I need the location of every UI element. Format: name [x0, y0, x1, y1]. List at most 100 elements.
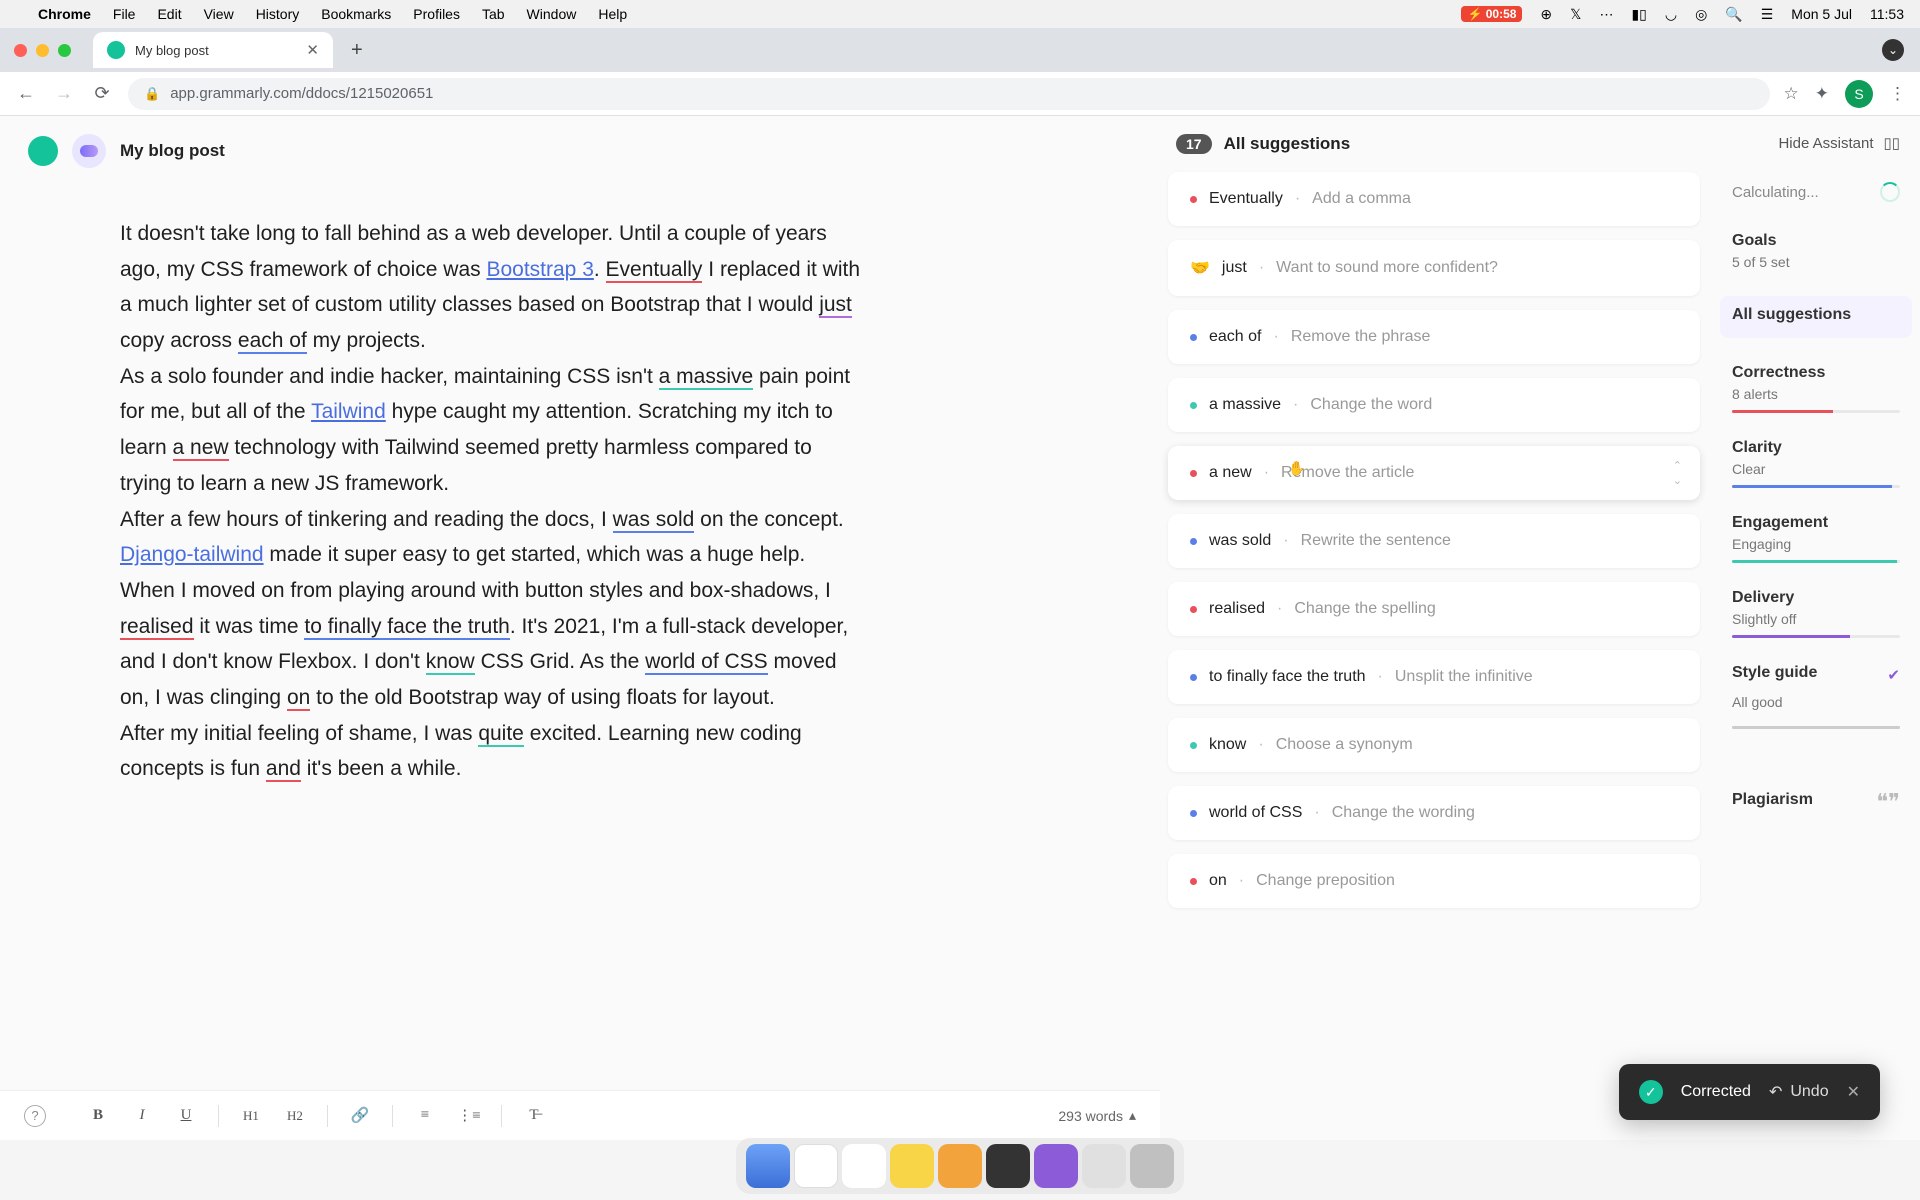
tab-close-button[interactable]: ✕ [306, 41, 319, 59]
dock-finder-icon[interactable] [746, 1144, 790, 1188]
window-close-button[interactable] [14, 44, 27, 57]
sidebar-style-guide[interactable]: Style guide ✔ All good [1732, 664, 1900, 729]
profile-avatar[interactable]: S [1845, 80, 1873, 108]
spotlight-icon[interactable]: 🔍 [1725, 6, 1742, 23]
italic-button[interactable]: I [130, 1107, 154, 1124]
sidebar-clarity[interactable]: Clarity Clear [1732, 439, 1900, 488]
status-icon[interactable]: ◎ [1695, 6, 1707, 23]
underline-correctness[interactable]: Eventually [606, 258, 703, 283]
menubar-time[interactable]: 11:53 [1870, 6, 1904, 22]
address-bar[interactable]: 🔒 app.grammarly.com/ddocs/1215020651 [128, 78, 1770, 110]
underline-correctness[interactable]: and [266, 757, 301, 782]
window-minimize-button[interactable] [36, 44, 49, 57]
sidebar-goals[interactable]: Goals 5 of 5 set [1732, 232, 1900, 270]
status-icon[interactable]: 𝕏 [1570, 6, 1581, 23]
underline-clarity[interactable]: world of CSS [645, 650, 768, 675]
extensions-icon[interactable]: ✦ [1815, 84, 1829, 104]
underline-correctness[interactable]: realised [120, 615, 194, 640]
dock-terminal-icon[interactable] [986, 1144, 1030, 1188]
underline-engagement[interactable]: a massive [659, 365, 754, 390]
menu-profiles[interactable]: Profiles [413, 6, 460, 22]
bookmark-star-icon[interactable]: ☆ [1784, 84, 1799, 104]
nav-back-button[interactable]: ← [14, 83, 38, 104]
document-title[interactable]: My blog post [120, 141, 225, 161]
dock-app-icon[interactable] [1034, 1144, 1078, 1188]
link-button[interactable]: 🔗 [348, 1106, 372, 1125]
menubar-date[interactable]: Mon 5 Jul [1791, 6, 1852, 22]
dock-app-icon[interactable] [1082, 1144, 1126, 1188]
suggestion-card[interactable]: realised·Change the spelling [1168, 582, 1700, 636]
battery-icon[interactable]: ▮▯ [1631, 6, 1646, 23]
editor-link[interactable]: Django-tailwind [120, 543, 264, 566]
underline-clarity[interactable]: to finally face the truth [304, 615, 509, 640]
suggestion-card[interactable]: a massive·Change the word [1168, 378, 1700, 432]
menu-bookmarks[interactable]: Bookmarks [321, 6, 391, 22]
battery-status[interactable]: ⚡ 00:58 [1461, 6, 1522, 22]
nav-reload-button[interactable]: ⟳ [90, 83, 114, 104]
window-maximize-button[interactable] [58, 44, 71, 57]
editor-content[interactable]: It doesn't take long to fall behind as a… [0, 176, 920, 1090]
editor-text: After my initial feeling of shame, I was [120, 722, 478, 745]
status-icon[interactable]: ⋯ [1599, 6, 1613, 23]
dock-notes-icon[interactable] [890, 1144, 934, 1188]
underline-engagement[interactable]: know [426, 650, 475, 675]
grammarly-logo-icon[interactable] [28, 136, 58, 166]
h2-button[interactable]: H2 [283, 1108, 307, 1124]
goals-icon[interactable] [72, 134, 106, 168]
dock-chrome-icon[interactable] [794, 1144, 838, 1188]
menu-view[interactable]: View [204, 6, 234, 22]
bullet-list-button[interactable]: ⋮≡ [457, 1106, 481, 1125]
dock-app-icon[interactable] [938, 1144, 982, 1188]
control-center-icon[interactable]: ☰ [1761, 6, 1774, 23]
tab-overflow-button[interactable]: ⌄ [1882, 39, 1904, 61]
wifi-icon[interactable]: ◡ [1665, 6, 1677, 23]
nav-forward-button[interactable]: → [52, 83, 76, 104]
undo-button[interactable]: ↶Undo [1769, 1082, 1829, 1102]
status-icon[interactable]: ⊕ [1540, 6, 1552, 23]
suggestion-card[interactable]: on·Change preposition [1168, 854, 1700, 908]
bold-button[interactable]: B [86, 1107, 110, 1124]
suggestion-card[interactable]: Eventually·Add a comma [1168, 172, 1700, 226]
suggestion-card[interactable]: to finally face the truth·Unsplit the in… [1168, 650, 1700, 704]
help-button[interactable]: ? [24, 1105, 46, 1127]
sidebar-all-suggestions[interactable]: All suggestions [1720, 296, 1912, 338]
editor-link[interactable]: Bootstrap 3 [486, 258, 593, 281]
menu-help[interactable]: Help [598, 6, 627, 22]
suggestion-card[interactable]: a new·Remove the article⌃⌄✋ [1168, 446, 1700, 500]
underline-delivery[interactable]: just [819, 293, 852, 318]
menu-window[interactable]: Window [527, 6, 577, 22]
menu-edit[interactable]: Edit [157, 6, 181, 22]
dock-app-icon[interactable] [842, 1144, 886, 1188]
clear-formatting-button[interactable]: T̶ [522, 1107, 546, 1124]
suggestion-card[interactable]: know·Choose a synonym [1168, 718, 1700, 772]
underline-clarity[interactable]: each of [238, 329, 307, 354]
underline-engagement[interactable]: quite [478, 722, 524, 747]
new-tab-button[interactable]: + [343, 39, 371, 62]
menu-tab[interactable]: Tab [482, 6, 505, 22]
suggestion-nav-icon[interactable]: ⌃⌄ [1673, 459, 1682, 487]
suggestion-card[interactable]: 🤝just·Want to sound more confident? [1168, 240, 1700, 296]
numbered-list-button[interactable]: ≡ [413, 1107, 437, 1124]
toast-close-button[interactable]: ✕ [1847, 1082, 1860, 1102]
menu-file[interactable]: File [113, 6, 136, 22]
underline-button[interactable]: U [174, 1107, 198, 1124]
h1-button[interactable]: H1 [239, 1108, 263, 1124]
suggestion-card[interactable]: each of·Remove the phrase [1168, 310, 1700, 364]
editor-link[interactable]: Tailwind [311, 400, 386, 423]
underline-correctness[interactable]: a new [173, 436, 229, 461]
sidebar-plagiarism[interactable]: Plagiarism ❝❞ [1732, 789, 1900, 815]
dock-trash-icon[interactable] [1130, 1144, 1174, 1188]
sidebar-engagement[interactable]: Engagement Engaging [1732, 514, 1900, 563]
word-count[interactable]: 293 words ▴ [1058, 1107, 1136, 1124]
underline-correctness[interactable]: on [287, 686, 310, 711]
hide-assistant-button[interactable]: Hide Assistant ▯▯ [1732, 134, 1900, 152]
browser-tab[interactable]: My blog post ✕ [93, 32, 333, 68]
suggestion-card[interactable]: world of CSS·Change the wording [1168, 786, 1700, 840]
sidebar-delivery[interactable]: Delivery Slightly off [1732, 589, 1900, 638]
underline-clarity[interactable]: was sold [613, 508, 695, 533]
browser-menu-icon[interactable]: ⋮ [1889, 84, 1906, 104]
sidebar-correctness[interactable]: Correctness 8 alerts [1732, 364, 1900, 413]
menu-history[interactable]: History [256, 6, 300, 22]
suggestion-card[interactable]: was sold·Rewrite the sentence [1168, 514, 1700, 568]
menubar-app-name[interactable]: Chrome [38, 6, 91, 22]
